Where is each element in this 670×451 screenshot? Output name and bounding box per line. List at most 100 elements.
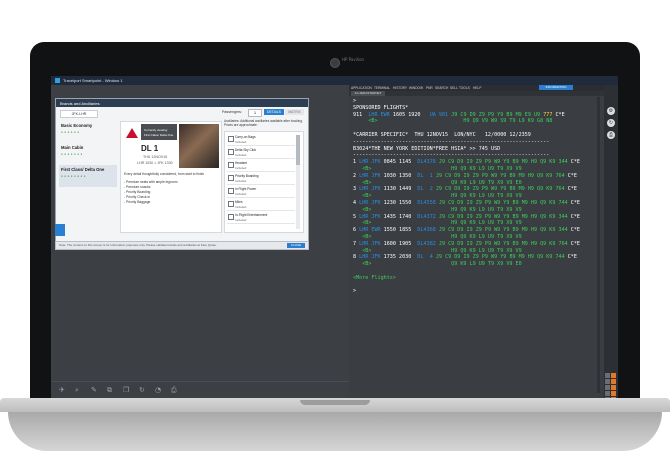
flight-row: 1 LHR JFK 0845 1145 DL4378 J9 C9 D9 I9 Z… (353, 159, 580, 166)
row-button[interactable] (605, 385, 610, 390)
menu-history[interactable]: HISTORY (393, 86, 407, 90)
brand-item-basic-economy[interactable]: Basic Economy ● ● ● ● ● ● (59, 121, 117, 143)
ancillary-note: Ancillaries: Additional ancillaries avai… (224, 119, 303, 128)
flight-row-classes: <B> H9 Q9 K9 L9 U9 T9 X9 V9 (353, 193, 522, 200)
window-title: Travelport Smartpoint - Window 1 (63, 78, 123, 83)
viewing-line-2: First Class/ Delta One (144, 133, 174, 137)
flight-row: 8 LHR JFK 1735 2030 DL 4 J9 C9 D9 I9 Z9 … (353, 254, 577, 261)
terminal-line: B3024*THE NEW YORK EDITION*FREE HSIA* >>… (353, 145, 501, 152)
refresh-icon[interactable]: ↻ (607, 119, 615, 127)
close-button[interactable]: CLOSE (287, 243, 305, 248)
ancillary-list: Carry-on Bags Included Delta Sky Club Incl… (224, 131, 304, 233)
terminal-output[interactable]: > SPONSORED FLIGHTS* 911 LHR EWR 1605 1920… (351, 98, 597, 393)
laptop-brand-label: HP Pavilion (342, 57, 365, 62)
clock-icon[interactable]: ◔ (155, 386, 161, 394)
terminal-line: ----------------------------------------… (353, 152, 550, 159)
flight-row: 4 LHR JFK 1230 1550 DL4558 J9 C9 D9 I9 Z… (353, 200, 580, 206)
terminal-tab[interactable]: 1G 2ERASTERNET (351, 91, 385, 96)
ancillary-title: In-Flight Entertainment (235, 213, 268, 217)
menu-tools[interactable]: TOOLS (459, 86, 470, 90)
terminal-line: <B> H9 Q9 V9 W9 S9 T9 L9 K9 G8 N8 (353, 118, 553, 125)
menu-terminal[interactable]: TERMINAL (374, 86, 390, 90)
ancillary-status: Included (235, 165, 247, 170)
menu-sell[interactable]: SELL (450, 86, 458, 90)
entertainment-icon (228, 214, 234, 220)
brand-list: Basic Economy ● ● ● ● ● ● Main Cabin ● ●… (59, 121, 117, 231)
ancillary-item[interactable]: Miles Included (227, 199, 295, 211)
brand-item-first-class[interactable]: First Class/ Delta One ● ● ● ● ● ● ● ● (59, 165, 117, 187)
flight-row: 3 LHR JFK 1130 1449 DL 2 J9 C9 D9 I9 Z9 … (353, 186, 577, 193)
terminal-line: 911 LHR EWR 1605 1920 UA 901 J9 C9 D9 Z9… (353, 111, 565, 118)
description-line: Every detail thoughtfully considered, fr… (124, 172, 205, 176)
menu-application[interactable]: APPLICATION (351, 86, 372, 90)
terminal-scrollbar[interactable] (597, 97, 600, 393)
ancillary-item[interactable]: Priority Boarding Included (227, 173, 295, 185)
matrix-button[interactable]: MATRIX (285, 109, 304, 115)
copy-icon[interactable]: ⧉ (107, 386, 112, 395)
minimized-window-thumb[interactable] (55, 224, 65, 236)
information-badge[interactable]: INFORMATION (539, 85, 573, 90)
menu-window[interactable]: WINDOW (409, 86, 423, 90)
menu-pnr[interactable]: PNR (426, 86, 433, 90)
passengers-select[interactable]: 1 (248, 109, 262, 117)
bag-icon (228, 136, 234, 142)
details-button[interactable]: DETAILS (264, 109, 284, 115)
flight-row-classes: <B> H9 Q9 K9 L9 U9 T9 X9 V9 (353, 206, 522, 213)
boarding-icon (228, 175, 234, 181)
row-button[interactable] (611, 379, 616, 384)
row-button[interactable] (611, 385, 616, 390)
row-button[interactable] (605, 391, 610, 396)
ancillary-title: In Flight Power (235, 187, 257, 191)
cabin-photo (179, 124, 219, 168)
print-icon[interactable]: ⎙ (607, 131, 615, 139)
flight-date: THU 12NOV15 (143, 155, 168, 159)
row-button[interactable] (611, 373, 616, 378)
ancillary-item[interactable]: In-Flight Entertainment Included (227, 212, 295, 224)
route-tab[interactable]: JFK-LHR (60, 110, 98, 118)
menu-help[interactable]: HELP (473, 86, 481, 90)
laptop-base (8, 412, 662, 451)
brands-panel-header: Brands and Ancillaries (56, 99, 308, 107)
flight-row: 2 LHR JFK 1030 1350 DL 1 J9 C9 D9 I9 Z9 … (353, 172, 577, 179)
flight-row-classes: <B> H9 Q9 K9 L9 U9 T9 X9 V9 (353, 247, 522, 254)
row-button[interactable] (605, 373, 610, 378)
brand-item-main-cabin[interactable]: Main Cabin ● ● ● ● ● ● ● (59, 143, 117, 165)
ancillary-title: Miles (235, 200, 243, 204)
flight-row: 5 LHR JFK 1435 1740 DL4372 J9 C9 D9 I9 Z… (353, 213, 580, 220)
row-button[interactable] (605, 397, 610, 398)
ancillary-scroll-thumb[interactable] (296, 135, 300, 165)
brand-feature-icons: ● ● ● ● ● ● (61, 130, 80, 134)
ancillary-item[interactable]: In Flight Power Included (227, 186, 295, 198)
menu-search[interactable]: SEARCH (435, 86, 448, 90)
pencil-icon[interactable]: ✎ (91, 386, 97, 394)
more-flights-link: <More Flights> (353, 274, 396, 281)
brands-panel: Brands and Ancillaries JFK-LHR Passenger… (55, 98, 309, 248)
terminal-window: APPLICATION TERMINAL HISTORY WINDOW PNR … (349, 85, 604, 398)
ancillary-item[interactable]: Carry-on Bags Included (227, 134, 295, 146)
flight-row: 6 LHR EWR 1550 1855 DL4368 J9 C9 D9 I9 Z… (353, 227, 580, 234)
row-button[interactable] (611, 397, 616, 398)
ancillary-item[interactable]: Headset Included (227, 160, 295, 172)
row-button[interactable] (605, 379, 610, 384)
layers-icon[interactable]: ❐ (123, 386, 129, 394)
print-icon[interactable]: ⎙ (171, 386, 177, 395)
viewing-line-1: Currently viewing: (144, 128, 168, 132)
passengers-label: Passengers: (222, 110, 242, 114)
flight-row-classes: <B> H9 Q9 K9 L9 U9 T9 X9 V9 (353, 234, 522, 240)
footer-note-text: Note: The content on this screen is for … (59, 243, 217, 247)
row-button[interactable] (611, 391, 616, 396)
flight-row: 7 LHR JFK 1600 1905 DL4382 J9 C9 D9 I9 Z… (353, 240, 580, 247)
power-icon (228, 188, 234, 194)
search-icon[interactable]: ⌕ (75, 386, 79, 395)
screen: Travelport Smartpoint - Window 1 Brands … (51, 76, 618, 398)
flight-number: DL 1 (141, 144, 159, 153)
brand-detail-card: Currently viewing: First Class/ Delta On… (120, 121, 222, 233)
plane-icon[interactable]: ✈ (59, 386, 65, 394)
ancillary-item[interactable]: Delta Sky Club Included (227, 147, 295, 159)
refresh-icon[interactable]: ↻ (139, 386, 145, 394)
ancillary-status: Included (235, 204, 247, 209)
terminal-prompt: > (353, 288, 357, 295)
gear-icon[interactable]: ⚙ (607, 107, 615, 115)
footer-note: Note: The content on this screen is for … (55, 241, 309, 250)
terminal-line: *CARRIER SPECIFIC* THU 12NOV15 LON/NYC 1… (353, 132, 531, 138)
